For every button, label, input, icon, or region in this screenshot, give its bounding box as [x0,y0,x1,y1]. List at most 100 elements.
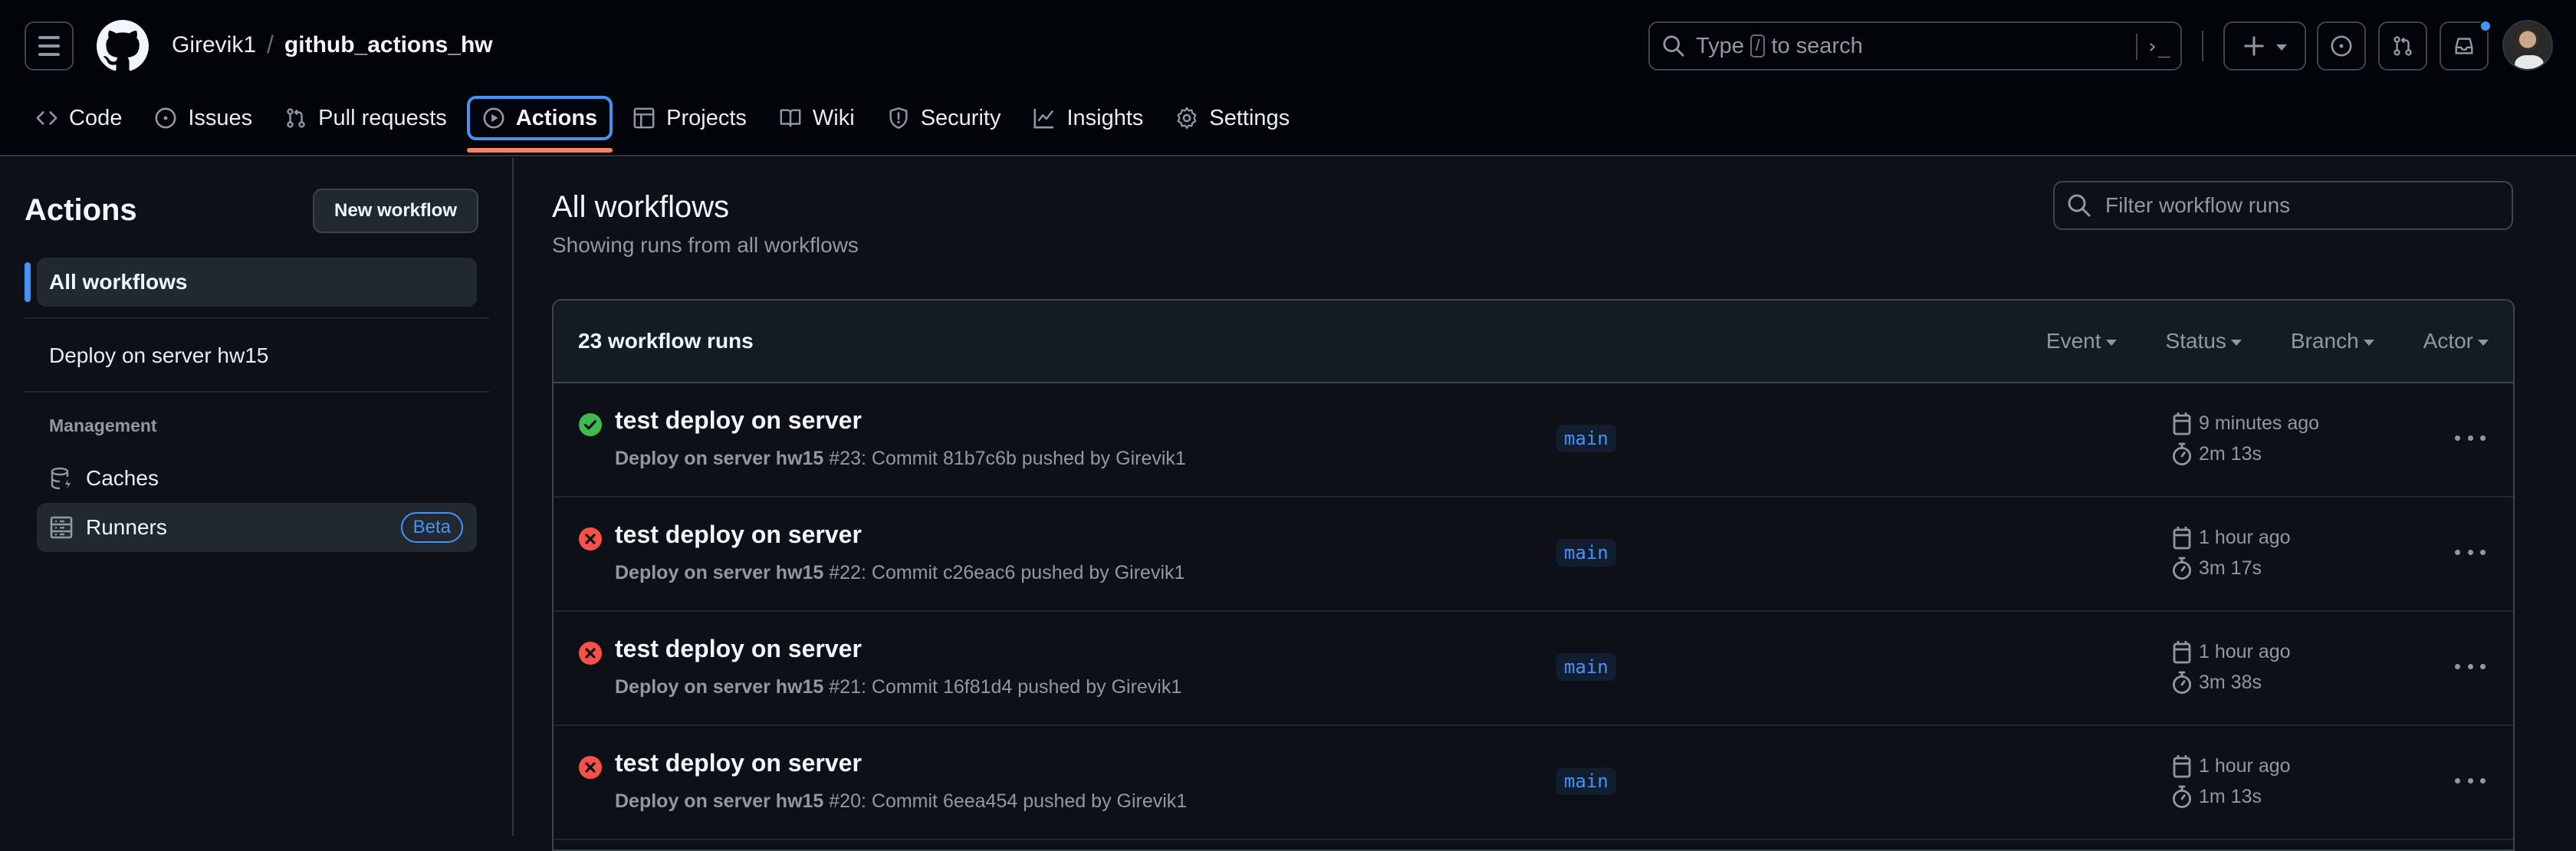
chevron-down-icon [2230,340,2242,346]
sidebar-item-label: Caches [86,466,159,490]
run-duration-value: 3m 38s [2199,671,2262,693]
sidebar-item-label: Deploy on server hw15 [49,343,269,367]
run-when: 1 hour ago [2199,754,2291,777]
run-actions-menu-button[interactable] [2455,540,2486,564]
workflow-run-row[interactable]: test deploy on server Deploy on server h… [554,612,2513,726]
calendar-icon [2173,641,2191,664]
run-workflow-name: Deploy on server hw15 [615,676,824,698]
code-icon [36,111,58,125]
run-title-link[interactable]: test deploy on server [615,406,862,435]
sidebar-item-label: Runners [86,515,167,539]
tab-label: Insights [1066,105,1144,130]
command-palette-icon[interactable]: ›_ [2145,34,2171,60]
inbox-button[interactable] [2440,20,2492,71]
filter-workflow-runs-input[interactable] [2105,193,2489,218]
cache-icon [51,467,71,490]
sidebar-item-label: All workflows [49,270,188,294]
notification-indicator [2479,20,2492,32]
shield-icon [889,107,908,129]
run-when: 1 hour ago [2199,640,2291,662]
actor-filter-dropdown[interactable]: Actor [2423,329,2489,353]
run-title-link[interactable]: test deploy on server [615,635,862,663]
branch-label[interactable]: main [1556,767,1616,795]
run-detail: #22: Commit c26eac6 pushed by Girevik1 [829,562,1185,583]
sidebar-item-all-workflows[interactable]: All workflows [37,258,477,307]
kebab-dot [2480,435,2486,441]
chevron-down-icon [2363,340,2374,346]
status-filter-dropdown[interactable]: Status [2166,329,2242,353]
menu-button[interactable] [25,21,74,71]
run-detail: #20: Commit 6eea454 pushed by Girevik1 [829,790,1188,812]
active-item-indicator [25,262,31,302]
sidebar-item-runners[interactable]: Runners Beta [37,503,477,552]
pull-requests-button[interactable] [2378,21,2427,71]
run-when: 9 minutes ago [2199,412,2320,434]
x-circle-icon [579,527,602,550]
tab-projects[interactable]: Projects [620,96,759,140]
actions-sidebar: Actions New workflow All workflows Deplo… [0,158,514,836]
github-logo-icon[interactable] [97,20,149,72]
sidebar-item-deploy-on-server-hw15[interactable]: Deploy on server hw15 [37,331,477,380]
stopwatch-icon [2172,442,2192,466]
run-duration-value: 1m 13s [2199,785,2262,807]
search-icon [1663,35,1684,57]
server-icon [50,516,73,539]
branch-label[interactable]: main [1556,653,1616,681]
issues-button[interactable] [2317,21,2366,71]
stopwatch-icon [2172,785,2192,809]
run-duration-value: 2m 13s [2199,442,2262,465]
workflow-runs-list: 23 workflow runs Event Status Branch Act… [552,299,2515,851]
kebab-dot [2455,435,2460,441]
run-actions-menu-button[interactable] [2455,769,2486,792]
global-search-input[interactable]: Type / to search ›_ [1648,21,2182,71]
tab-code[interactable]: Code [23,96,134,140]
runs-count: 23 workflow runs [578,329,754,353]
run-timestamp: 1 hour ago [2171,525,2291,550]
tab-insights[interactable]: Insights [1020,96,1155,140]
sidebar-item-caches[interactable]: Caches [37,454,477,503]
stopwatch-icon [2172,671,2192,695]
calendar-icon [2173,412,2191,435]
play-icon [483,107,504,129]
branch-filter-dropdown[interactable]: Branch [2291,329,2374,353]
run-timestamp: 1 hour ago [2171,639,2291,664]
tab-pull-requests[interactable]: Pull requests [272,96,459,140]
branch-label[interactable]: main [1556,425,1616,452]
filter-workflow-runs-field[interactable] [2053,181,2513,230]
sidebar-title: Actions [25,193,137,227]
event-filter-dropdown[interactable]: Event [2046,329,2117,353]
breadcrumb-separator: / [267,31,274,58]
tab-security[interactable]: Security [875,96,1014,140]
breadcrumb-owner-link[interactable]: Girevik1 [172,32,256,58]
tab-actions[interactable]: Actions [466,96,613,153]
run-actions-menu-button[interactable] [2455,426,2486,449]
workflow-run-row[interactable]: test deploy on server Deploy on server h… [554,498,2513,612]
branch-label[interactable]: main [1556,539,1616,567]
dropdown-label: Status [2165,329,2226,353]
global-header: Girevik1 / github_actions_hw Type / to s… [0,0,2576,156]
tab-wiki[interactable]: Wiki [767,96,867,140]
x-circle-icon [579,642,602,665]
new-workflow-button[interactable]: New workflow [313,189,478,233]
kebab-dot [2455,549,2460,555]
tab-label: Actions [515,105,598,130]
search-divider [2136,34,2137,60]
run-title-link[interactable]: test deploy on server [615,521,862,549]
inbox-icon [2455,38,2473,54]
search-placeholder-after: to search [1771,33,1863,58]
tab-settings[interactable]: Settings [1163,96,1302,140]
workflow-run-row[interactable]: test deploy on server Deploy on server h… [554,383,2513,498]
git-pull-request-icon [2394,36,2412,56]
create-new-button[interactable] [2223,21,2306,71]
breadcrumb-repo-link[interactable]: github_actions_hw [284,32,493,58]
run-workflow-name: Deploy on server hw15 [615,448,824,469]
tab-label: Settings [1209,105,1290,130]
tab-issues[interactable]: Issues [142,96,264,140]
git-pull-request-icon [287,108,305,128]
run-title-link[interactable]: test deploy on server [615,749,862,777]
run-actions-menu-button[interactable] [2455,655,2486,678]
dropdown-label: Branch [2290,329,2359,353]
run-meta: Deploy on server hw15 #23: Commit 81b7c6… [615,448,1186,470]
workflow-run-row[interactable]: test deploy on server Deploy on server h… [554,726,2513,840]
user-avatar[interactable] [2502,20,2553,71]
